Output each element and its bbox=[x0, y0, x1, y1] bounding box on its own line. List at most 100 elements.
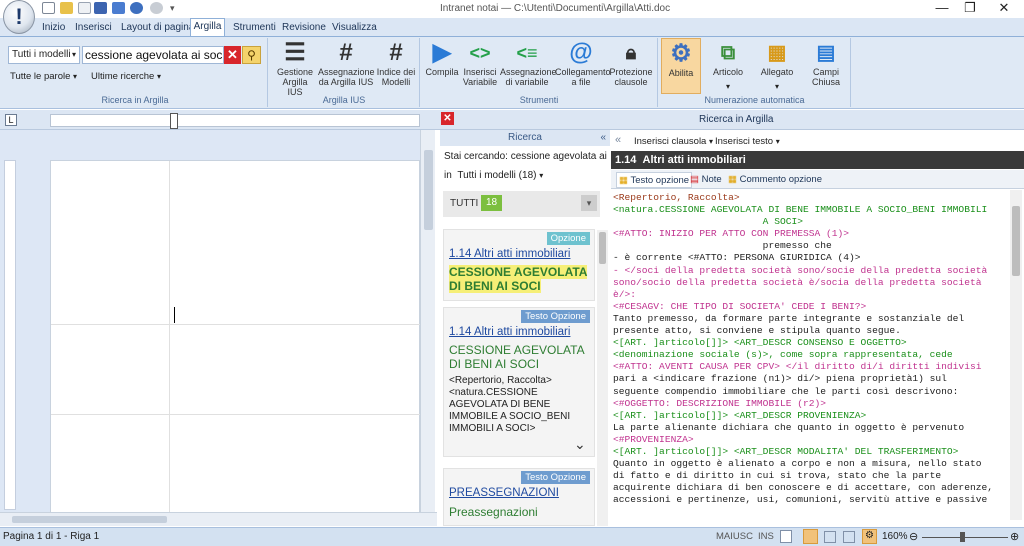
maximize-button[interactable]: ❐ bbox=[956, 0, 984, 17]
protezione-clausole-button[interactable]: 🔒︎ Protezione clausole bbox=[608, 38, 654, 94]
inserisci-variabile-button[interactable]: <> Inserisci Variabile bbox=[461, 38, 499, 94]
in-label: in bbox=[444, 170, 452, 181]
gear-icon[interactable]: ⚙ bbox=[862, 529, 877, 544]
expand-down-icon[interactable]: ⌄ bbox=[574, 436, 586, 453]
clear-search-button[interactable]: ✕ bbox=[224, 46, 241, 64]
abilita-button[interactable]: ⚙ Abilita bbox=[661, 38, 701, 94]
result-card[interactable]: Opzione 1.14 Altri atti immobiliari CESS… bbox=[443, 229, 595, 301]
save-all-icon[interactable] bbox=[112, 2, 125, 14]
clause-line: <denominazione sociale (s)>, come sopra … bbox=[613, 349, 953, 361]
scroll-thumb[interactable] bbox=[12, 516, 167, 523]
recent-searches-dropdown[interactable]: Ultime ricerche ▾ bbox=[91, 71, 161, 83]
tab-label: Note bbox=[701, 174, 722, 185]
tab-inizio[interactable]: Inizio bbox=[42, 20, 65, 36]
button-label: Assegnazione da Argilla IUS bbox=[318, 67, 375, 87]
result-card[interactable]: Testo Opzione PREASSEGNAZIONI Preassegna… bbox=[443, 468, 595, 526]
scroll-thumb[interactable] bbox=[424, 150, 433, 230]
table-gridline bbox=[169, 161, 170, 515]
results-scrollbar[interactable] bbox=[597, 230, 608, 526]
searching-line: Stai cercando: cessione agevolata ai bbox=[444, 151, 608, 162]
insert-text-dropdown[interactable]: Inserisci testo ▾ bbox=[715, 136, 780, 147]
full-screen-icon[interactable] bbox=[824, 531, 836, 543]
undo-icon[interactable] bbox=[130, 2, 143, 14]
new-document-icon[interactable] bbox=[42, 2, 55, 14]
open-folder-icon[interactable] bbox=[60, 2, 73, 14]
heading-number: 1.14 bbox=[615, 154, 637, 166]
language-icon[interactable] bbox=[780, 530, 792, 543]
scroll-thumb[interactable] bbox=[1012, 206, 1020, 276]
zoom-in-icon[interactable]: ⊕ bbox=[1010, 530, 1019, 543]
words-mode-dropdown[interactable]: Tutte le parole ▾ bbox=[10, 71, 77, 83]
back-icon[interactable]: « bbox=[615, 134, 621, 146]
comment-icon: ▦ bbox=[728, 174, 737, 185]
app-logo-icon[interactable]: ! bbox=[3, 0, 35, 34]
tab-inserisci[interactable]: Inserisci bbox=[75, 20, 112, 36]
editor-scrollbar[interactable] bbox=[1010, 190, 1022, 520]
document-icon[interactable] bbox=[78, 2, 91, 14]
tab-stop-icon[interactable]: L bbox=[5, 114, 17, 126]
result-link[interactable]: PREASSEGNAZIONI bbox=[449, 487, 559, 499]
minimize-button[interactable]: — bbox=[928, 0, 956, 17]
result-title: CESSIONE AGEVOLATA DI BENI AI SOCI bbox=[449, 343, 584, 371]
clause-text[interactable]: <Repertorio, Raccolta> <natura.CESSIONE A… bbox=[613, 192, 1009, 518]
indent-marker-icon[interactable] bbox=[170, 113, 178, 129]
assegnazione-ius-button[interactable]: # Assegnazione da Argilla IUS bbox=[318, 38, 375, 94]
search-scope-select[interactable]: Tutti i modelli ▾ bbox=[8, 46, 80, 64]
save-icon[interactable] bbox=[94, 2, 107, 14]
gestione-ius-button[interactable]: ☰ Gestione Argilla IUS bbox=[274, 38, 316, 98]
filter-dropdown-button[interactable]: ▾ bbox=[581, 195, 597, 211]
zoom-slider[interactable] bbox=[922, 537, 1008, 538]
indice-modelli-button[interactable]: # Indice dei Modelli bbox=[375, 38, 417, 94]
insert-text-label: Inserisci testo bbox=[715, 136, 774, 147]
document-icon: ▦ bbox=[619, 175, 628, 186]
compila-button[interactable]: ▶ Compila bbox=[424, 38, 460, 94]
zoom-out-icon[interactable]: ⊖ bbox=[909, 530, 918, 543]
tab-testo-opzione[interactable]: ▦ Testo opzione bbox=[616, 172, 693, 188]
document-page[interactable] bbox=[50, 160, 421, 515]
clause-line: di fatto e di diritto in cui si trova, s… bbox=[613, 470, 942, 482]
tab-revisione[interactable]: Revisione bbox=[282, 20, 326, 36]
campi-chiusa-button[interactable]: ▤ Campi Chiusa bbox=[806, 38, 846, 94]
zoom-slider-thumb[interactable] bbox=[960, 532, 965, 542]
result-snippet: <Repertorio, Raccolta> <natura.CESSIONE … bbox=[449, 375, 571, 434]
search-button[interactable]: ⚲ bbox=[242, 46, 261, 64]
tab-strumenti[interactable]: Strumenti bbox=[233, 20, 276, 36]
articolo-button[interactable]: ⧉ Articolo ▾ bbox=[707, 38, 749, 94]
collegamento-file-button[interactable]: @ Collegamento a file bbox=[555, 38, 611, 94]
print-layout-icon[interactable] bbox=[803, 529, 818, 544]
tab-layout[interactable]: Layout di pagina bbox=[121, 20, 194, 36]
quick-access-dropdown-icon[interactable]: ▾ bbox=[170, 3, 175, 14]
button-label: Indice dei Modelli bbox=[376, 67, 416, 87]
lock-icon: 🔒︎ bbox=[625, 42, 637, 64]
document-horizontal-scrollbar[interactable] bbox=[0, 512, 437, 526]
clause-line: accessioni e pertinenze, usi, comunioni,… bbox=[613, 494, 988, 506]
tab-commento-opzione[interactable]: ▦ Commento opzione bbox=[728, 172, 822, 188]
web-layout-icon[interactable] bbox=[843, 531, 855, 543]
document-vertical-scrollbar[interactable] bbox=[420, 130, 435, 514]
bars-icon: ☰ bbox=[284, 39, 306, 66]
result-link[interactable]: 1.14 Altri atti immobiliari bbox=[449, 248, 570, 260]
allegato-button[interactable]: ▦ Allegato ▾ bbox=[755, 38, 799, 94]
result-card[interactable]: Testo Opzione 1.14 Altri atti immobiliar… bbox=[443, 307, 595, 457]
hierarchy-icon: ⧉ bbox=[720, 42, 736, 64]
result-link[interactable]: 1.14 Altri atti immobiliari bbox=[449, 326, 570, 338]
close-window-button[interactable]: ✕ bbox=[990, 0, 1018, 17]
clause-heading: 1.14 Altri atti immobiliari bbox=[611, 151, 1024, 169]
tab-note[interactable]: ▤ Note bbox=[690, 172, 722, 188]
chevron-down-icon[interactable]: ▾ bbox=[539, 171, 543, 180]
scroll-thumb[interactable] bbox=[599, 232, 606, 264]
horizontal-ruler[interactable] bbox=[50, 114, 420, 127]
collapse-icon[interactable]: « bbox=[600, 130, 606, 146]
scope-select[interactable]: Tutti i modelli (18) bbox=[457, 170, 536, 181]
redo-icon[interactable] bbox=[150, 2, 163, 14]
panel-title: Ricerca in Argilla bbox=[699, 114, 774, 125]
gear-icon: ⚙ bbox=[670, 40, 692, 67]
insert-clause-dropdown[interactable]: Inserisci clausola ▾ bbox=[634, 136, 713, 147]
button-label: Abilita bbox=[668, 68, 694, 78]
assegnazione-variabile-button[interactable]: <≡ Assegnazione di variabile bbox=[500, 38, 557, 94]
tab-visualizza[interactable]: Visualizza bbox=[332, 20, 377, 36]
search-input[interactable]: cessione agevolata ai soci bbox=[82, 46, 224, 64]
clause-line: La parte alienante dichiara che quanto i… bbox=[613, 421, 965, 433]
close-panel-button[interactable]: ✕ bbox=[441, 112, 454, 125]
tab-argilla[interactable]: Argilla bbox=[190, 18, 225, 37]
